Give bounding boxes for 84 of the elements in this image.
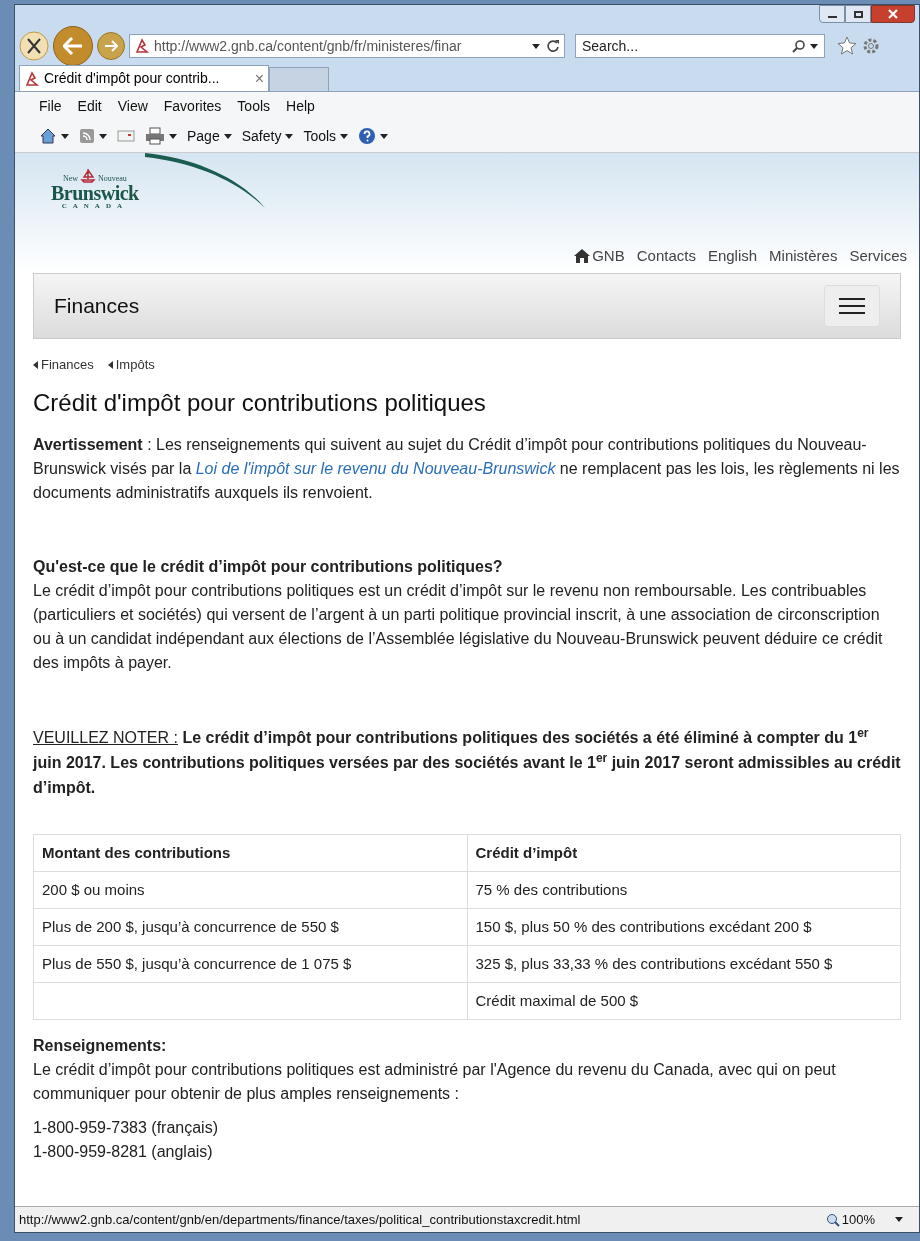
arrow-right-icon xyxy=(104,40,118,52)
zoom-icon xyxy=(825,1212,840,1227)
info-heading: Renseignements: xyxy=(33,1035,168,1056)
menu-item[interactable]: Tools xyxy=(237,95,271,117)
page-title: Crédit d'impôt pour contributions politiques xyxy=(33,387,487,418)
arrow-left-icon xyxy=(63,37,83,55)
caret-icon xyxy=(895,1217,903,1222)
menu-item[interactable]: Favorites xyxy=(163,95,222,117)
notice-paragraph: VEUILLEZ NOTER : Le crédit d’impôt pour contributions politiques des sociétés a été éliminé à compter du 1$^{er}$ juin 2017. Les contributions politiques versées par des sociétés avant le 1$^{er}$ juin 2017 seront admissibles au crédit d’impôt. xyxy=(33,724,901,798)
command-button[interactable]: Page xyxy=(187,125,232,147)
warning-paragraph: Avertissement : Les renseignements qui suivent au sujet du Crédit d’impôt pour contributions politiques du Nouveau-Brunswick visés par la Loi de l'impôt sur le revenu du Nouveau-Brunswick ne remplacent pas les lois, les règlements ni les documents administratifs auxquels ils renvoient. xyxy=(33,434,901,503)
nav-link[interactable]: Contacts xyxy=(636,244,696,267)
home-icon[interactable] xyxy=(39,127,57,145)
close-icon xyxy=(888,9,898,19)
menu-item[interactable]: Help xyxy=(286,95,315,117)
column-header: Montant des contributions xyxy=(33,834,467,871)
menu-item[interactable]: View xyxy=(117,95,148,117)
home-icon xyxy=(574,248,591,263)
settings-icon[interactable] xyxy=(861,36,881,56)
caret-icon xyxy=(380,133,389,139)
menu-button[interactable] xyxy=(824,285,880,327)
zoom-control[interactable]: 100% xyxy=(825,1209,875,1230)
minimize-button[interactable] xyxy=(819,5,845,23)
close-button[interactable] xyxy=(871,5,915,23)
table-cell: 75 % des contributions xyxy=(467,871,901,908)
triangle-left-icon xyxy=(33,360,38,369)
search-bar[interactable]: Search... xyxy=(575,34,825,58)
table-cell: 325 $, plus 33,33 % des contributions excédant 550 $ xyxy=(467,945,901,982)
command-button[interactable]: Safety xyxy=(241,125,294,147)
caret-icon xyxy=(169,133,177,139)
caret-icon xyxy=(810,43,818,49)
tab-title: Crédit d'impôt pour contrib... xyxy=(44,69,221,88)
site-icon xyxy=(134,38,150,54)
search-icon xyxy=(792,39,806,53)
site-icon xyxy=(24,70,40,87)
table-cell: Plus de 550 $, jusqu’à concurrence de 1 075 $ xyxy=(33,945,467,982)
maximize-button[interactable] xyxy=(845,5,871,23)
triangle-left-icon xyxy=(107,360,113,369)
nav-link[interactable]: English xyxy=(707,244,758,267)
refresh-icon[interactable] xyxy=(546,39,560,53)
info-paragraph: Le crédit d’impôt pour contributions politiques est administré par l'Agence du revenu du Canada, avec qui on peut communiquer pour obtenir de plus amples renseignements : xyxy=(33,1059,837,1104)
forward-button[interactable] xyxy=(97,32,125,60)
nav-link[interactable]: Ministères xyxy=(769,244,838,267)
browser-tab[interactable]: Crédit d'impôt pour contrib... × xyxy=(19,65,269,91)
caret-icon xyxy=(61,133,69,139)
section-title: Finances xyxy=(54,293,140,320)
column-header: Crédit d’impôt xyxy=(467,834,901,871)
address-bar[interactable]: http://www2.gnb.ca/content/gnb/fr/ministeres/finar xyxy=(129,34,565,58)
printer-icon[interactable] xyxy=(145,127,165,145)
breadcrumb-link[interactable]: Impôts xyxy=(107,355,155,375)
logo-text: New xyxy=(62,175,78,183)
caret-icon xyxy=(340,133,349,139)
ship-icon xyxy=(80,167,96,183)
menu-item[interactable]: Edit xyxy=(77,95,102,117)
question-heading: Qu'est-ce que le crédit d’impôt pour contributions politiques? xyxy=(33,556,504,577)
mail-icon[interactable] xyxy=(117,129,135,143)
status-url: http://www2.gnb.ca/content/gnb/en/departments/finance/taxes/political_contributionstaxcredit.html xyxy=(19,1210,582,1229)
logo-text: Nouveau xyxy=(98,175,127,183)
phone-number: 1-800-959-8281 (anglais) xyxy=(33,1141,214,1162)
breadcrumb-link[interactable]: Finances xyxy=(33,355,94,375)
table-cell: 150 $, plus 50 % des contributions excédant 200 $ xyxy=(467,908,901,945)
question-paragraph: Le crédit d’impôt pour contributions politiques est un crédit d’impôt sur le revenu non remboursable. Les contribuables (particuliers et sociétés) qui versent de l’argent à un parti politique provincial inscrit, à une association de circonscription ou à un candidat indépendant aux élections de l’Assemblée législative du Nouveau-Brunswick peuvent déduire ce crédit des impôts à payer. xyxy=(33,580,884,673)
law-link[interactable]: Loi de l'impôt sur le revenu du Nouveau-Brunswick xyxy=(195,459,556,477)
caret-icon xyxy=(99,133,107,139)
url-text: http://www2.gnb.ca/content/gnb/fr/ministeres/finar xyxy=(154,36,463,56)
table-cell: Plus de 200 $, jusqu’à concurrence de 550 $ xyxy=(33,908,467,945)
tab-close[interactable]: × xyxy=(254,66,264,91)
table-cell: 200 $ ou moins xyxy=(33,871,467,908)
search-field[interactable]: Search... xyxy=(582,35,792,57)
table-cell: Crédit maximal de 500 $ xyxy=(467,982,901,1019)
caret-icon xyxy=(223,133,232,139)
command-button[interactable]: Tools xyxy=(303,125,349,147)
star-icon[interactable] xyxy=(837,36,857,56)
nav-link[interactable]: GNB xyxy=(574,244,625,267)
menu-item[interactable]: File xyxy=(39,95,62,117)
logo-text: Brunswick xyxy=(51,183,139,203)
phone-number: 1-800-959-7383 (français) xyxy=(33,1117,219,1138)
help-icon[interactable] xyxy=(358,127,377,145)
back-button[interactable] xyxy=(53,26,93,66)
nav-link[interactable]: Services xyxy=(849,244,907,267)
caret-icon xyxy=(285,133,294,139)
feed-icon[interactable] xyxy=(79,128,95,144)
caret-icon xyxy=(532,43,540,49)
logo-icon[interactable] xyxy=(19,31,49,61)
